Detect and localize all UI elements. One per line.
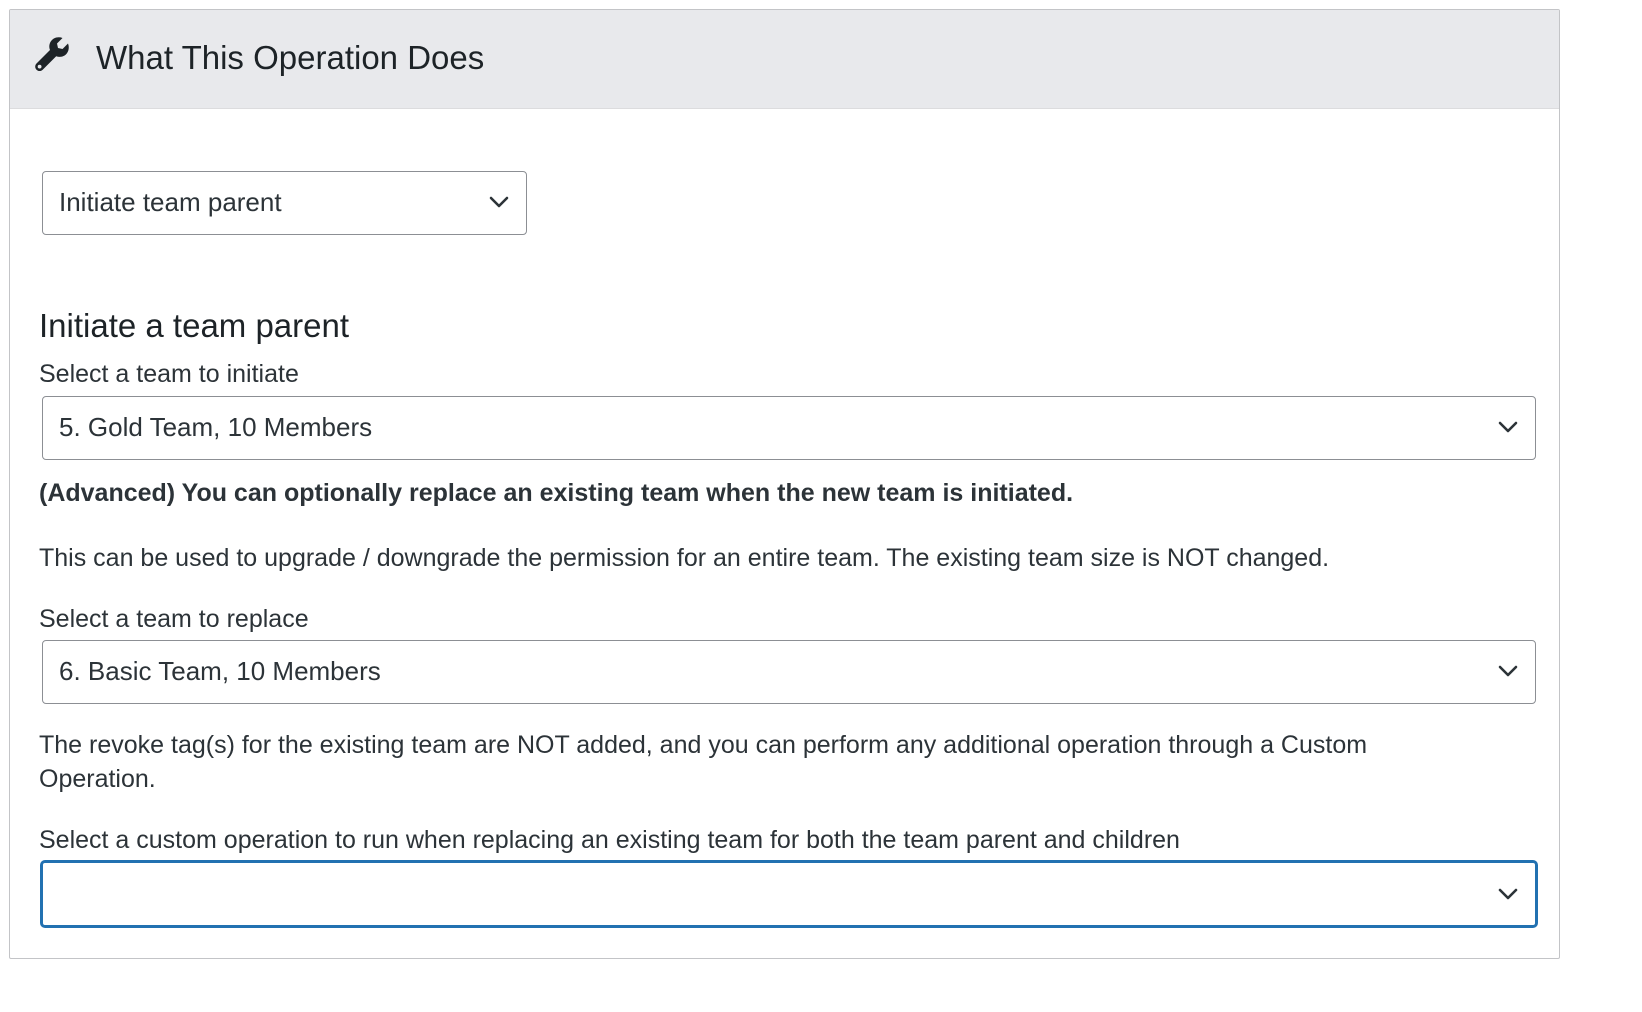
revoke-note: The revoke tag(s) for the existing team … (39, 731, 1368, 793)
replace-team-select-value: 6. Basic Team, 10 Members (59, 656, 381, 686)
operation-panel: What This Operation Does Initiate team p… (9, 9, 1560, 959)
section-heading: Initiate a team parent (39, 307, 350, 344)
replace-team-label: Select a team to replace (39, 605, 309, 633)
chevron-down-icon (1498, 421, 1518, 433)
initiate-team-label: Select a team to initiate (39, 360, 299, 388)
chevron-down-icon (1498, 665, 1518, 677)
chevron-down-icon (1498, 888, 1518, 900)
panel-header: What This Operation Does (10, 10, 1559, 109)
replace-team-select[interactable]: 6. Basic Team, 10 Members (42, 640, 1536, 704)
wrench-icon (35, 37, 69, 71)
initiate-team-select[interactable]: 5. Gold Team, 10 Members (42, 396, 1536, 460)
custom-operation-label: Select a custom operation to run when re… (39, 826, 1180, 854)
operation-select-value: Initiate team parent (59, 187, 282, 217)
upgrade-note: This can be used to upgrade / downgrade … (39, 544, 1330, 572)
panel-title: What This Operation Does (96, 39, 485, 76)
chevron-down-icon (489, 196, 509, 208)
initiate-team-select-value: 5. Gold Team, 10 Members (59, 412, 373, 442)
operation-select[interactable]: Initiate team parent (42, 171, 527, 235)
advanced-note: (Advanced) You can optionally replace an… (39, 479, 1074, 507)
custom-operation-select[interactable] (41, 861, 1537, 927)
